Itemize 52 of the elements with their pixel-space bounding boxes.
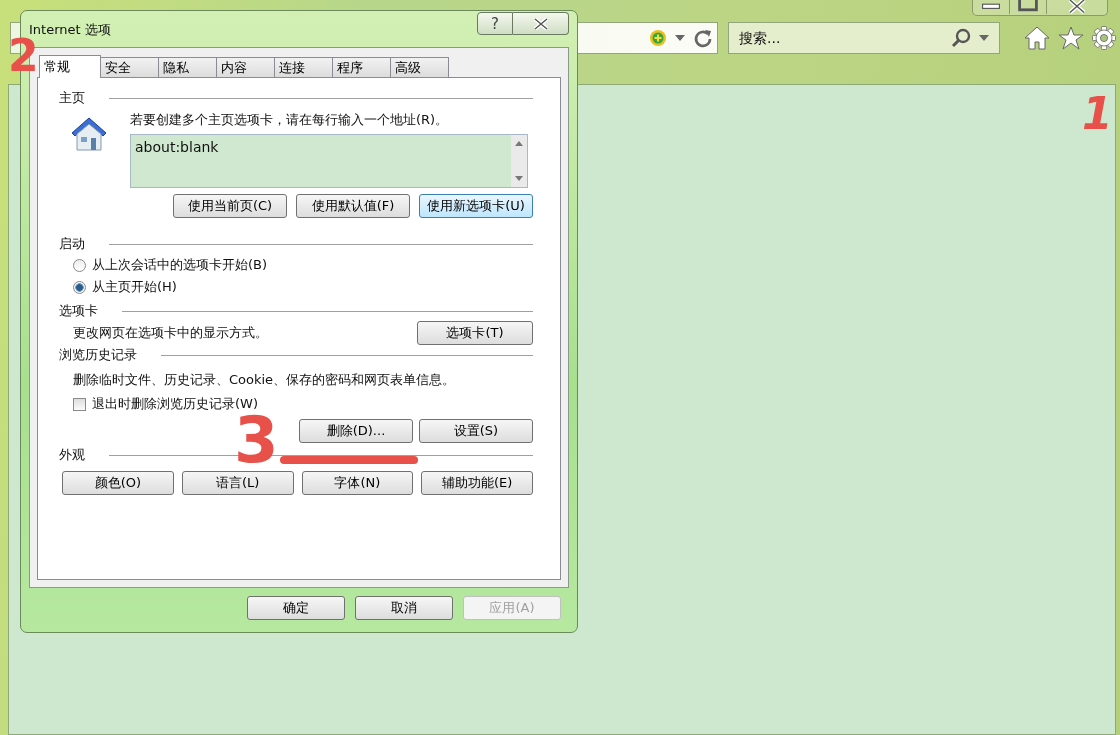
button[interactable]: 选项卡(T) [417, 321, 533, 345]
favorites-star-icon[interactable] [1058, 26, 1084, 50]
radio-button[interactable] [73, 258, 86, 272]
button[interactable]: 语言(L) [181, 471, 294, 495]
dropdown-caret-icon [675, 35, 685, 41]
help-button[interactable]: ? [477, 12, 513, 35]
tab[interactable]: 常规 [39, 55, 101, 78]
search-icon [951, 28, 971, 48]
button: 应用(A) [463, 596, 561, 620]
refresh-icon [693, 28, 713, 48]
button[interactable]: 使用当前页(C) [173, 194, 287, 218]
settings-icon[interactable] [1092, 26, 1116, 50]
button[interactable]: 颜色(O) [62, 471, 174, 495]
scroll-down-icon [515, 176, 523, 181]
compatibility-icon [649, 29, 667, 47]
tab[interactable]: 隐私 [158, 57, 217, 77]
section-heading: 选项卡 [59, 302, 98, 320]
section-heading: 外观 [59, 446, 85, 464]
section-heading: 主页 [59, 89, 85, 107]
window-title: Internet 选项 [29, 21, 111, 37]
description-text: 删除临时文件、历史记录、Cookie、保存的密码和网页表单信息。 [72, 371, 457, 389]
description-text: 更改网页在选项卡中的显示方式。 [73, 324, 268, 342]
radio-button[interactable] [73, 280, 86, 294]
button[interactable]: 字体(N) [301, 471, 414, 495]
tab[interactable]: 连接 [274, 57, 333, 77]
button[interactable]: 取消 [355, 596, 453, 620]
radio-label: 从上次会话中的选项卡开始(B) [92, 256, 268, 274]
section-heading: 启动 [59, 235, 85, 253]
button[interactable]: 使用默认值(F) [296, 194, 410, 218]
annotation-number: 1 [1082, 92, 1113, 136]
address-list-field[interactable]: about:blank [130, 134, 528, 188]
home-icon[interactable] [1024, 26, 1050, 50]
scrollbar[interactable] [511, 135, 527, 187]
radio-label: 从主页开始(H) [92, 278, 177, 296]
button[interactable]: 删除(D)... [299, 419, 413, 443]
button[interactable]: 使用新选项卡(U) [419, 194, 533, 218]
search-input[interactable]: 搜索... [737, 29, 943, 47]
instruction-text: 若要创建多个主页选项卡，请在每行输入一个地址(R)。 [130, 111, 450, 129]
tab[interactable]: 安全 [100, 57, 159, 77]
dropdown-caret-icon [979, 35, 989, 41]
button[interactable]: 确定 [247, 596, 345, 620]
tab[interactable]: 高级 [390, 57, 449, 77]
tab[interactable]: 内容 [216, 57, 275, 77]
close-button[interactable] [513, 12, 569, 35]
search-field[interactable]: 搜索... [728, 22, 1000, 54]
button[interactable]: 辅助功能(E) [421, 471, 533, 495]
button[interactable]: 设置(S) [419, 419, 533, 443]
tab[interactable]: 程序 [332, 57, 391, 77]
checkbox[interactable] [73, 397, 86, 411]
section-heading: 浏览历史记录 [59, 346, 137, 364]
scroll-up-icon [515, 141, 523, 146]
close-icon [532, 17, 549, 30]
